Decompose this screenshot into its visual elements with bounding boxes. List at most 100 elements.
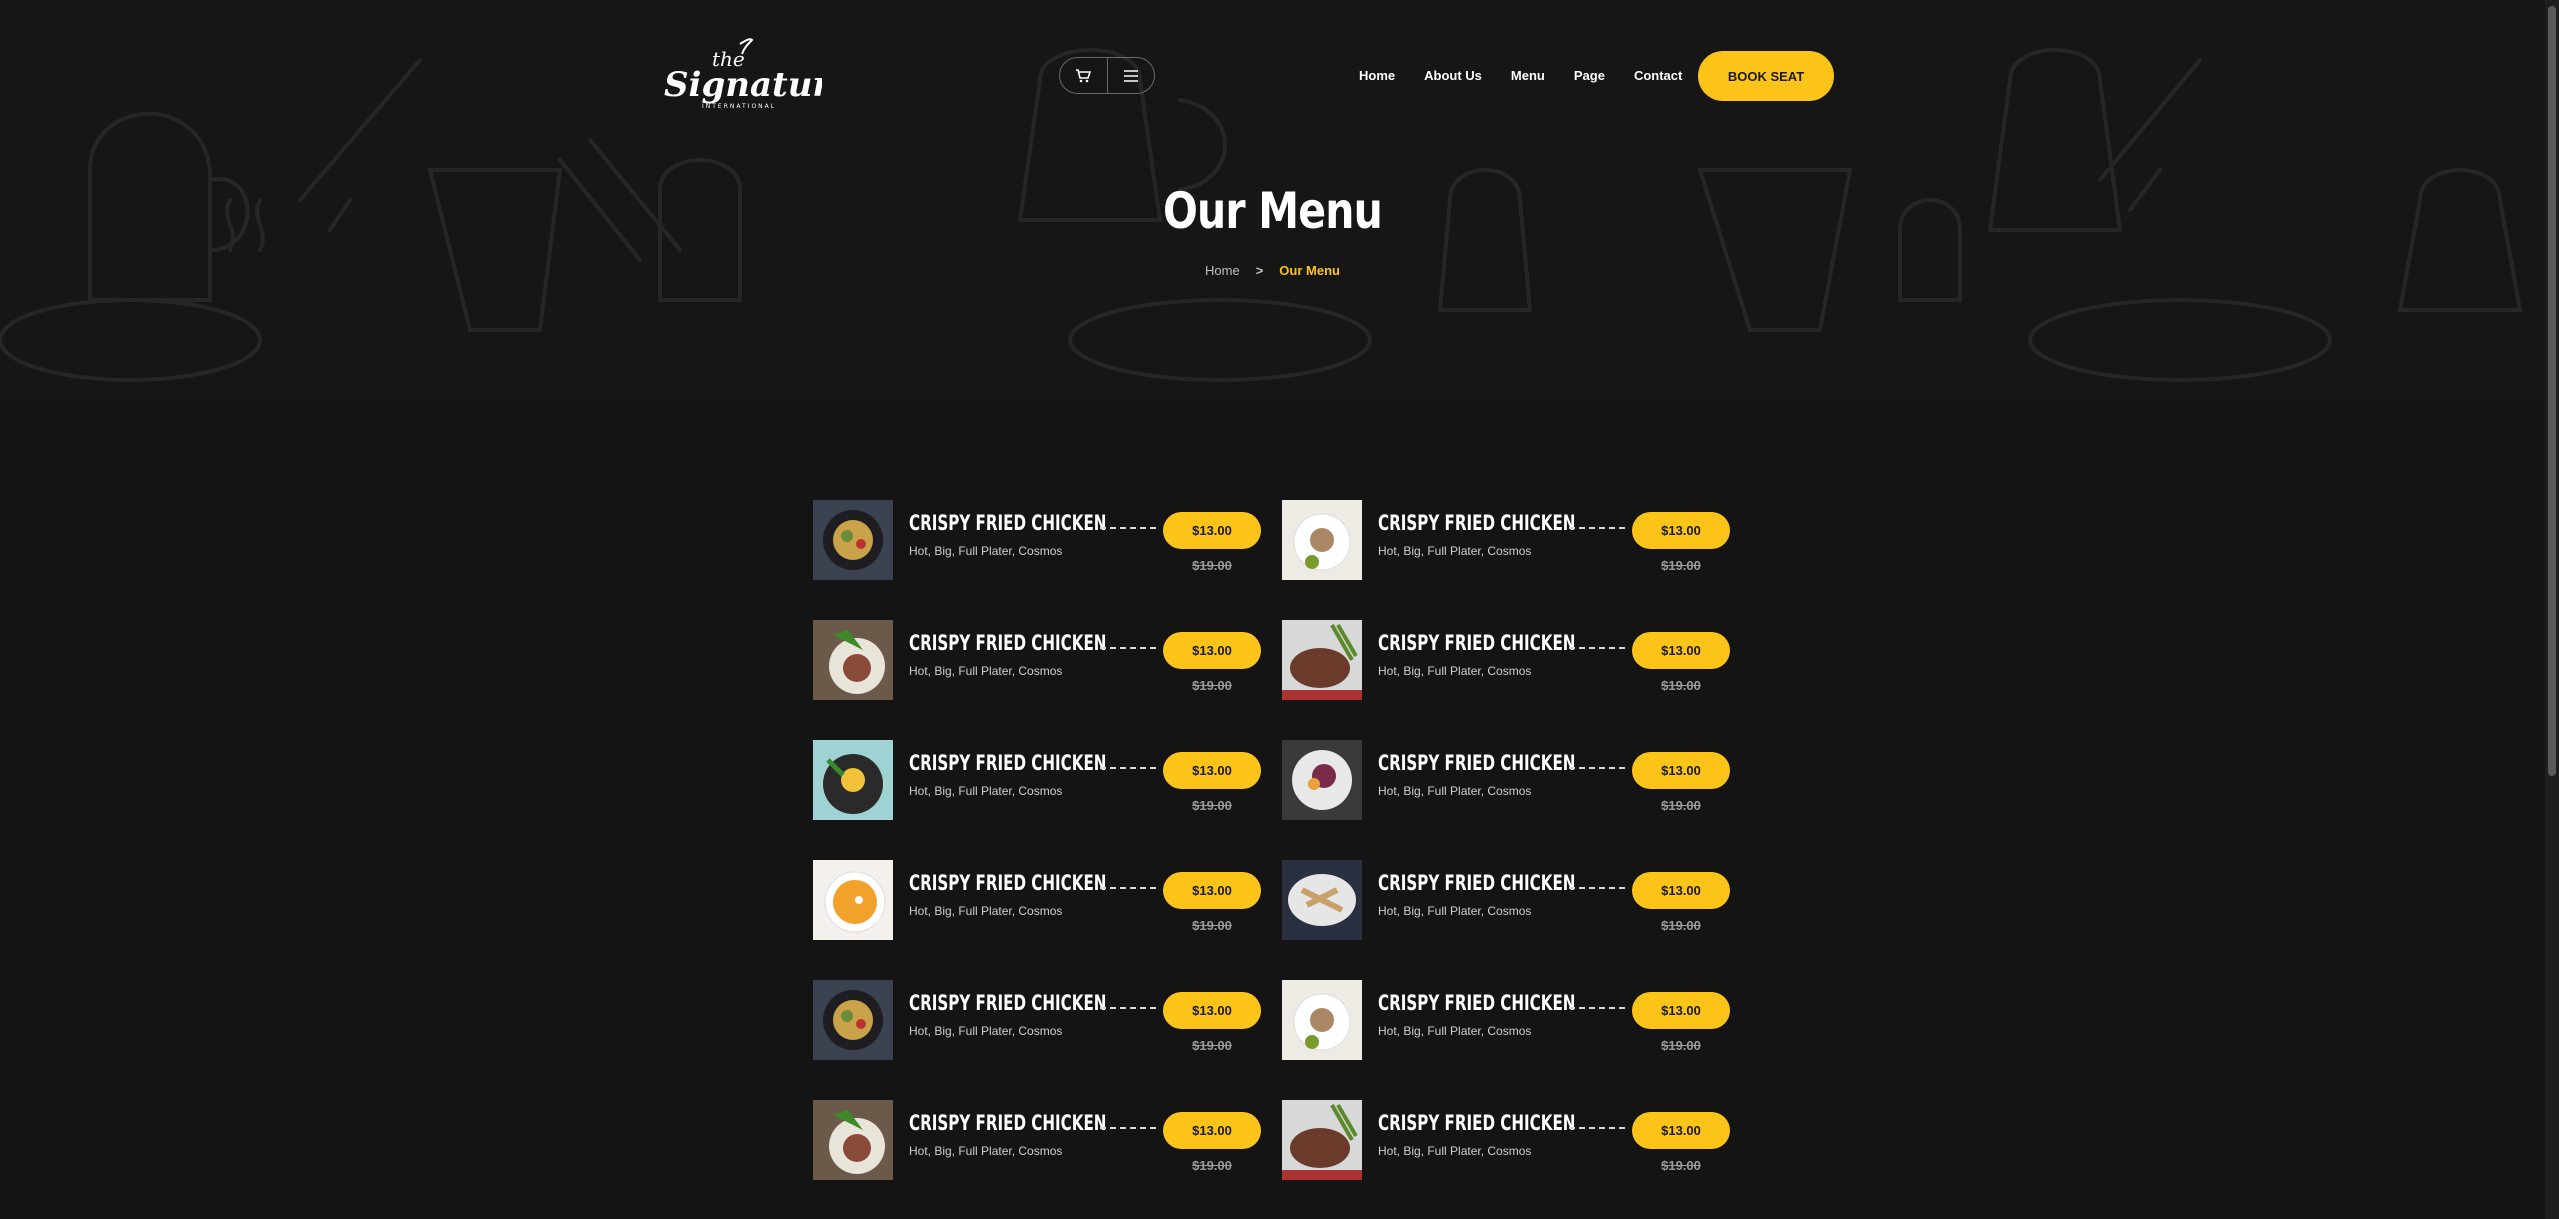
dotted-leader	[1569, 527, 1625, 529]
cart-button[interactable]	[1060, 58, 1107, 93]
dish-name: CRISPY FRIED CHICKEN	[1378, 871, 1576, 895]
price-badge[interactable]: $13.00	[1632, 632, 1730, 669]
price-badge[interactable]: $13.00	[1163, 752, 1261, 789]
page-scrollbar[interactable]	[2545, 0, 2559, 1219]
dish-image[interactable]	[1282, 860, 1362, 940]
dish-image[interactable]	[813, 500, 893, 580]
dish-image[interactable]	[1282, 1100, 1362, 1180]
cart-icon	[1076, 68, 1092, 82]
menu-item[interactable]: CRISPY FRIED CHICKEN Hot, Big, Full Plate…	[813, 740, 1261, 820]
dish-description: Hot, Big, Full Plater, Cosmos	[1378, 784, 1532, 798]
dish-description: Hot, Big, Full Plater, Cosmos	[1378, 664, 1532, 678]
scrollbar-thumb[interactable]	[2548, 6, 2556, 776]
old-price: $19.00	[1192, 1038, 1232, 1053]
menu-item[interactable]: CRISPY FRIED CHICKEN Hot, Big, Full Plate…	[813, 620, 1261, 700]
price-badge[interactable]: $13.00	[1163, 632, 1261, 669]
main-nav: Home About Us Menu Page Contact	[1359, 67, 1711, 85]
old-price: $19.00	[1661, 918, 1701, 933]
dish-image[interactable]	[813, 860, 893, 940]
nav-contact[interactable]: Contact	[1634, 67, 1682, 85]
dish-name: CRISPY FRIED CHICKEN	[1378, 991, 1576, 1015]
dish-description: Hot, Big, Full Plater, Cosmos	[909, 784, 1063, 798]
header-icon-group	[1059, 57, 1155, 94]
dotted-leader	[1100, 1127, 1156, 1129]
dotted-leader	[1569, 887, 1625, 889]
dotted-leader	[1100, 1007, 1156, 1009]
dotted-leader	[1100, 767, 1156, 769]
dish-description: Hot, Big, Full Plater, Cosmos	[1378, 544, 1532, 558]
menu-item[interactable]: CRISPY FRIED CHICKEN Hot, Big, Full Plate…	[1282, 1100, 1730, 1180]
hero-banner: the Signature INTERNATIONAL Home About U…	[0, 0, 2545, 400]
old-price: $19.00	[1192, 918, 1232, 933]
dish-description: Hot, Big, Full Plater, Cosmos	[909, 544, 1063, 558]
hamburger-menu-icon	[1123, 69, 1138, 82]
dish-image[interactable]	[1282, 500, 1362, 580]
dish-name: CRISPY FRIED CHICKEN	[909, 871, 1107, 895]
dish-image[interactable]	[813, 740, 893, 820]
dotted-leader	[1100, 647, 1156, 649]
dish-description: Hot, Big, Full Plater, Cosmos	[909, 904, 1063, 918]
dotted-leader	[1100, 527, 1156, 529]
dish-image[interactable]	[813, 620, 893, 700]
svg-text:INTERNATIONAL: INTERNATIONAL	[702, 103, 776, 110]
dish-image[interactable]	[813, 980, 893, 1060]
menu-item[interactable]: CRISPY FRIED CHICKEN Hot, Big, Full Plate…	[813, 500, 1261, 580]
dish-image[interactable]	[1282, 620, 1362, 700]
dish-name: CRISPY FRIED CHICKEN	[909, 511, 1107, 535]
dish-name: CRISPY FRIED CHICKEN	[909, 1111, 1107, 1135]
dish-name: CRISPY FRIED CHICKEN	[1378, 631, 1576, 655]
price-badge[interactable]: $13.00	[1163, 872, 1261, 909]
price-badge[interactable]: $13.00	[1632, 872, 1730, 909]
old-price: $19.00	[1661, 1158, 1701, 1173]
dish-name: CRISPY FRIED CHICKEN	[1378, 1111, 1576, 1135]
price-badge[interactable]: $13.00	[1632, 512, 1730, 549]
nav-page[interactable]: Page	[1574, 67, 1605, 85]
dish-image[interactable]	[1282, 740, 1362, 820]
old-price: $19.00	[1192, 1158, 1232, 1173]
breadcrumb-home[interactable]: Home	[1205, 263, 1240, 278]
price-badge[interactable]: $13.00	[1163, 512, 1261, 549]
old-price: $19.00	[1661, 1038, 1701, 1053]
dish-description: Hot, Big, Full Plater, Cosmos	[909, 664, 1063, 678]
menu-item[interactable]: CRISPY FRIED CHICKEN Hot, Big, Full Plate…	[813, 860, 1261, 940]
menu-item[interactable]: CRISPY FRIED CHICKEN Hot, Big, Full Plate…	[1282, 860, 1730, 940]
old-price: $19.00	[1661, 678, 1701, 693]
dish-description: Hot, Big, Full Plater, Cosmos	[909, 1144, 1063, 1158]
page-title: Our Menu	[1163, 182, 1383, 240]
dish-name: CRISPY FRIED CHICKEN	[909, 631, 1107, 655]
price-badge[interactable]: $13.00	[1632, 1112, 1730, 1149]
dish-name: CRISPY FRIED CHICKEN	[909, 751, 1107, 775]
dish-name: CRISPY FRIED CHICKEN	[1378, 511, 1576, 535]
price-badge[interactable]: $13.00	[1632, 752, 1730, 789]
menu-item[interactable]: CRISPY FRIED CHICKEN Hot, Big, Full Plate…	[813, 1100, 1261, 1180]
dotted-leader	[1100, 887, 1156, 889]
menu-item[interactable]: CRISPY FRIED CHICKEN Hot, Big, Full Plate…	[1282, 500, 1730, 580]
dish-image[interactable]	[1282, 980, 1362, 1060]
dish-name: CRISPY FRIED CHICKEN	[909, 991, 1107, 1015]
svg-text:Signature: Signature	[664, 65, 822, 105]
dish-description: Hot, Big, Full Plater, Cosmos	[1378, 1024, 1532, 1038]
nav-home[interactable]: Home	[1359, 67, 1395, 85]
breadcrumb-separator: >	[1255, 263, 1264, 278]
dish-image[interactable]	[813, 1100, 893, 1180]
breadcrumb: Home > Our Menu	[0, 263, 2545, 278]
price-badge[interactable]: $13.00	[1632, 992, 1730, 1029]
menu-item[interactable]: CRISPY FRIED CHICKEN Hot, Big, Full Plate…	[813, 980, 1261, 1060]
signature-logo[interactable]: the Signature INTERNATIONAL	[662, 38, 822, 113]
dish-description: Hot, Big, Full Plater, Cosmos	[1378, 904, 1532, 918]
price-badge[interactable]: $13.00	[1163, 1112, 1261, 1149]
price-badge[interactable]: $13.00	[1163, 992, 1261, 1029]
breadcrumb-current: Our Menu	[1279, 263, 1340, 278]
book-seat-button[interactable]: BOOK SEAT	[1698, 51, 1834, 101]
old-price: $19.00	[1192, 798, 1232, 813]
dish-description: Hot, Big, Full Plater, Cosmos	[909, 1024, 1063, 1038]
old-price: $19.00	[1192, 678, 1232, 693]
menu-toggle-button[interactable]	[1107, 58, 1154, 93]
dotted-leader	[1569, 767, 1625, 769]
menu-item[interactable]: CRISPY FRIED CHICKEN Hot, Big, Full Plate…	[1282, 620, 1730, 700]
old-price: $19.00	[1192, 558, 1232, 573]
nav-about-us[interactable]: About Us	[1424, 67, 1482, 85]
nav-menu[interactable]: Menu	[1511, 67, 1545, 85]
menu-item[interactable]: CRISPY FRIED CHICKEN Hot, Big, Full Plate…	[1282, 740, 1730, 820]
menu-item[interactable]: CRISPY FRIED CHICKEN Hot, Big, Full Plate…	[1282, 980, 1730, 1060]
